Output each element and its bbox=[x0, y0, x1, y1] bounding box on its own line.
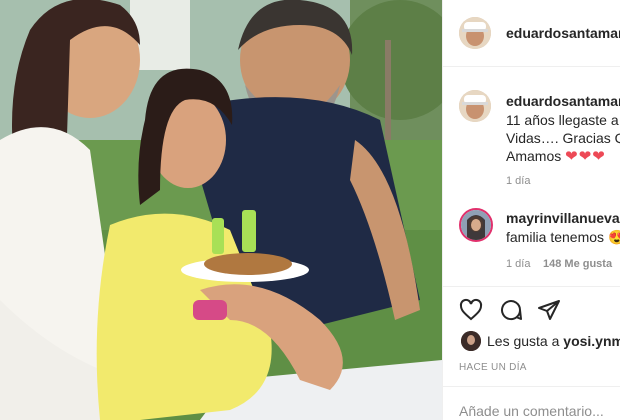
heart-eyes-emoji-icon: 😍 bbox=[608, 229, 620, 245]
share-icon[interactable] bbox=[537, 298, 561, 322]
post-header: eduardosantamarina bbox=[443, 0, 620, 67]
caption-text: Amamos bbox=[506, 148, 562, 164]
actions-divider bbox=[443, 286, 620, 287]
caption-avatar-image bbox=[459, 90, 491, 122]
comment-timestamp: 1 día bbox=[506, 258, 531, 270]
heart-emoji-icon: ❤❤❤ bbox=[565, 148, 606, 165]
caption-author-username[interactable]: eduardosantamarin bbox=[506, 93, 620, 109]
likes-summary: Les gusta a yosi.ynm y bbox=[487, 332, 620, 350]
add-comment-input[interactable]: Añade un comentario... bbox=[459, 403, 604, 419]
post-timestamp: HACE UN DÍA bbox=[459, 362, 527, 373]
post-photo[interactable] bbox=[0, 0, 442, 420]
caption-author-avatar[interactable] bbox=[459, 90, 491, 122]
author-avatar-image bbox=[459, 17, 491, 49]
comment-likes-count[interactable]: 148 Me gusta bbox=[543, 258, 612, 270]
comment-text-row: familia tenemos 😍 bbox=[506, 228, 620, 246]
commenter-username[interactable]: mayrinvillanueva bbox=[506, 210, 620, 226]
liker-avatar[interactable] bbox=[461, 331, 481, 351]
comment-icon[interactable] bbox=[499, 298, 523, 322]
post-side-panel: eduardosantamarina eduardosantamarin 11 … bbox=[442, 0, 620, 420]
comment-text: familia tenemos bbox=[506, 229, 605, 245]
author-avatar[interactable] bbox=[459, 17, 491, 49]
caption-line-2: Vidas…. Gracias Qu bbox=[506, 130, 620, 146]
author-username[interactable]: eduardosantamarina bbox=[506, 25, 620, 41]
commenter-avatar-image bbox=[461, 210, 491, 240]
caption-timestamp: 1 día bbox=[506, 175, 531, 187]
heart-icon[interactable] bbox=[459, 298, 483, 322]
comment-input-divider bbox=[443, 386, 620, 387]
commenter-avatar[interactable] bbox=[459, 208, 493, 242]
commenter-username-row: mayrinvillanueva✓ bbox=[506, 210, 620, 226]
liker-avatar-image bbox=[461, 331, 481, 351]
caption-line-3: Amamos ❤❤❤ bbox=[506, 147, 606, 166]
family-photo-illustration bbox=[0, 0, 442, 420]
liker-username[interactable]: yosi.ynm bbox=[563, 333, 620, 349]
caption-line-1: 11 años llegaste a m bbox=[506, 112, 620, 128]
likes-prefix: Les gusta a bbox=[487, 333, 560, 349]
